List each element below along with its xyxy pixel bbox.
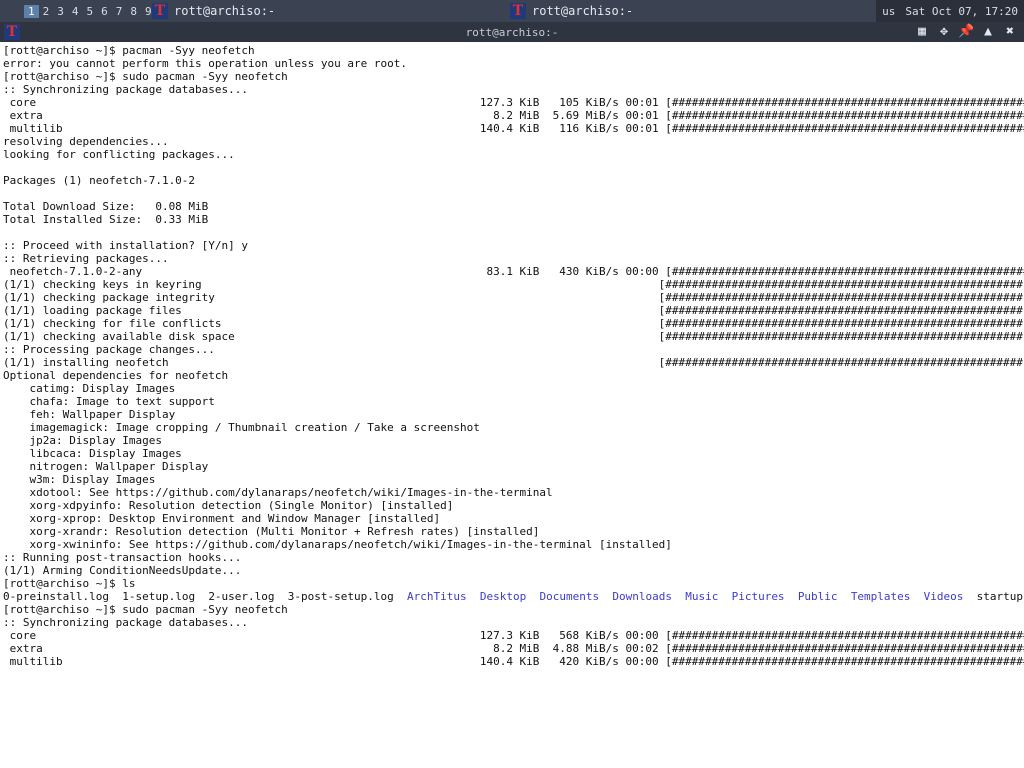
ls-file: 3-post-setup.log (287, 590, 408, 603)
tile-icon[interactable]: ▦ (914, 24, 930, 40)
window-title: rott@archiso:- (465, 26, 559, 39)
close-icon[interactable]: ✖ (1002, 24, 1018, 40)
terminal-line: :: Processing package changes... (3, 343, 215, 356)
terminal-line: jp2a: Display Images (29, 434, 162, 447)
terminal-line: libcaca: Display Images (29, 447, 182, 460)
terminal-line: (1/1) checking package integrity [######… (3, 291, 1024, 304)
terminal-line: chafa: Image to text support (29, 395, 215, 408)
workspace-8[interactable]: 8 (126, 5, 141, 18)
workspace-6[interactable]: 6 (97, 5, 112, 18)
ls-file: 2-user.log (208, 590, 288, 603)
terminal-line: :: Proceed with installation? [Y/n] y (3, 239, 249, 252)
terminal-line: [rott@archiso ~]$ pacman -Syy neofetch (3, 44, 255, 57)
terminal-line: (1/1) checking available disk space [###… (3, 330, 1024, 343)
terminal-app-icon: T (510, 3, 526, 19)
ls-file: startup.log (976, 590, 1024, 603)
window-titlebar[interactable]: T rott@archiso:- ▦ ✥ 📌 ▲ ✖ (0, 22, 1024, 42)
terminal-line: :: Retrieving packages... (3, 252, 169, 265)
terminal-line: feh: Wallpaper Display (29, 408, 176, 421)
terminal-line: (1/1) checking for file conflicts [#####… (3, 317, 1024, 330)
system-tray: us Sat Oct 07, 17:20 (876, 0, 1024, 22)
terminal-line: :: Running post-transaction hooks... (3, 551, 242, 564)
workspace-1[interactable]: 1 (24, 4, 39, 18)
ls-directory: Desktop (479, 590, 527, 603)
top-panel: 1 2 3 4 5 6 7 8 9 T rott@archiso:- T rot… (0, 0, 1024, 22)
terminal-line: Total Installed Size: 0.33 MiB (3, 213, 209, 226)
terminal-line: neofetch-7.1.0-2-any 83.1 KiB 430 KiB/s … (9, 265, 1024, 278)
terminal-line: [rott@archiso ~]$ sudo pacman -Syy neofe… (3, 70, 288, 83)
workspace-3[interactable]: 3 (53, 5, 68, 18)
terminal-line: extra 8.2 MiB 5.69 MiB/s 00:01 [########… (9, 109, 1024, 122)
terminal-line: [rott@archiso ~]$ sudo pacman -Syy neofe… (3, 603, 288, 616)
terminal-line: [rott@archiso ~]$ ls (3, 577, 136, 590)
pin-icon[interactable]: 📌 (958, 24, 974, 40)
terminal-line: xdotool: See https://github.com/dylanara… (29, 486, 553, 499)
task-title: rott@archiso:- (532, 4, 634, 18)
terminal-line: w3m: Display Images (29, 473, 156, 486)
terminal-line: Optional dependencies for neofetch (3, 369, 229, 382)
workspace-7[interactable]: 7 (112, 5, 127, 18)
terminal-line: looking for conflicting packages... (3, 148, 235, 161)
terminal-line: (1/1) checking keys in keyring [########… (3, 278, 1024, 291)
terminal-line: (1/1) loading package files [###########… (3, 304, 1024, 317)
task-terminal-1[interactable]: T rott@archiso:- (152, 0, 275, 22)
terminal-line: imagemagick: Image cropping / Thumbnail … (29, 421, 480, 434)
window-controls: ▦ ✥ 📌 ▲ ✖ (914, 24, 1018, 40)
ls-directory: Videos (923, 590, 964, 603)
move-icon[interactable]: ✥ (936, 24, 952, 40)
workspace-2[interactable]: 2 (39, 5, 54, 18)
terminal-line: :: Synchronizing package databases... (3, 616, 249, 629)
ls-directory: Pictures (731, 590, 785, 603)
terminal-line: core 127.3 KiB 568 KiB/s 00:00 [########… (9, 629, 1024, 642)
ls-directory: Downloads (612, 590, 672, 603)
terminal-line: error: you cannot perform this operation… (3, 57, 407, 70)
ls-file: 0-preinstall.log (3, 590, 123, 603)
terminal-line: Packages (1) neofetch-7.1.0-2 (3, 174, 196, 187)
clock[interactable]: Sat Oct 07, 17:20 (905, 5, 1018, 18)
terminal-line: xorg-xprop: Desktop Environment and Wind… (29, 512, 441, 525)
maximize-icon[interactable]: ▲ (980, 24, 996, 40)
terminal-output: [rott@archiso ~]$ pacman -Syy neofetch e… (0, 42, 1024, 670)
task-terminal-2[interactable]: T rott@archiso:- (510, 0, 633, 22)
workspace-switcher: 1 2 3 4 5 6 7 8 9 (24, 0, 156, 22)
terminal-line: core 127.3 KiB 105 KiB/s 00:01 [########… (9, 96, 1024, 109)
ls-directory: Public (797, 590, 838, 603)
terminal-line: nitrogen: Wallpaper Display (29, 460, 209, 473)
ls-directory: ArchTitus (407, 590, 467, 603)
terminal-line: xorg-xrandr: Resolution detection (Multi… (29, 525, 540, 538)
terminal-line: catimg: Display Images (29, 382, 176, 395)
ls-output-line: 0-preinstall.log 1-setup.log 2-user.log … (3, 590, 1024, 603)
ls-directory: Documents (539, 590, 600, 603)
task-title: rott@archiso:- (174, 4, 276, 18)
terminal-line: xorg-xdpyinfo: Resolution detection (Sin… (29, 499, 454, 512)
terminal-line: Total Download Size: 0.08 MiB (3, 200, 209, 213)
terminal-line: xorg-xwininfo: See https://github.com/dy… (29, 538, 672, 551)
ls-directory: Templates (850, 590, 911, 603)
terminal-line: :: Synchronizing package databases... (3, 83, 249, 96)
workspace-4[interactable]: 4 (68, 5, 83, 18)
ls-directory: Music (685, 590, 719, 603)
terminal-line: (1/1) installing neofetch [#############… (3, 356, 1024, 369)
terminal-line: resolving dependencies... (3, 135, 169, 148)
terminal-line: multilib 140.4 KiB 116 KiB/s 00:01 [####… (9, 122, 1024, 135)
terminal-line: (1/1) Arming ConditionNeedsUpdate... (3, 564, 242, 577)
workspace-5[interactable]: 5 (83, 5, 98, 18)
keyboard-layout[interactable]: us (882, 5, 895, 18)
terminal-line: extra 8.2 MiB 4.88 MiB/s 00:02 [########… (9, 642, 1024, 655)
ls-file: 1-setup.log (122, 590, 209, 603)
terminal-line: multilib 140.4 KiB 420 KiB/s 00:00 [####… (9, 655, 1024, 668)
terminal-area[interactable]: [rott@archiso ~]$ pacman -Syy neofetch e… (0, 42, 1024, 768)
terminal-app-icon: T (152, 3, 168, 19)
